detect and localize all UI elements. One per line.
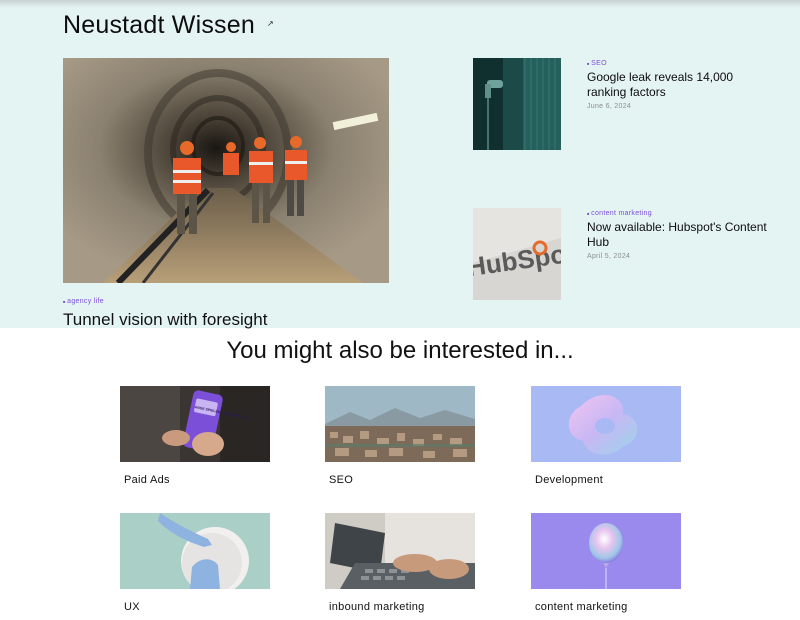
post-date: April 5, 2024: [587, 253, 631, 260]
related-heading: You might also be interested in...: [226, 337, 574, 364]
topic-label[interactable]: SEO: [325, 474, 475, 486]
water-tap-icon: [473, 58, 561, 150]
topic-label[interactable]: Development: [531, 474, 681, 486]
topic-label[interactable]: content marketing: [531, 601, 681, 613]
featured-tag[interactable]: agency life: [63, 298, 104, 305]
hubspot-logo-icon: HubSpot: [473, 208, 561, 300]
side-post[interactable]: HubSpot content marketing Now available:…: [473, 208, 773, 300]
top-shadow: [0, 0, 800, 8]
post-title[interactable]: Google leak reveals 14,000 ranking facto…: [587, 70, 767, 100]
post-tag[interactable]: content marketing: [587, 210, 767, 217]
topic-label[interactable]: UX: [120, 601, 270, 613]
post-tag[interactable]: SEO: [587, 60, 767, 67]
post-title[interactable]: Now available: Hubspot's Content Hub: [587, 220, 767, 250]
topic-card-development[interactable]: Development: [531, 386, 681, 486]
city-landscape-icon: [325, 386, 475, 462]
phone-in-hand-icon: ANGE SPIELEN. ANGE SPIELEN: [120, 386, 270, 462]
topic-card-inbound-marketing[interactable]: inbound marketing: [325, 513, 475, 613]
featured-title[interactable]: Tunnel vision with foresight: [63, 310, 267, 330]
side-post[interactable]: SEO Google leak reveals 14,000 ranking f…: [473, 58, 773, 150]
site-logo[interactable]: Neustadt Wissen: [63, 11, 255, 40]
tunnel-workers-icon: [63, 58, 389, 283]
topic-card-ux[interactable]: UX: [120, 513, 270, 613]
iridescent-balloon-icon: [531, 513, 681, 589]
abstract-3d-shape-icon: [531, 386, 681, 462]
hand-touching-disc-icon: [120, 513, 270, 589]
typing-laptop-icon: [325, 513, 475, 589]
topic-label[interactable]: Paid Ads: [120, 474, 270, 486]
topic-card-paid-ads[interactable]: ANGE SPIELEN. ANGE SPIELEN Paid Ads: [120, 386, 270, 486]
topic-card-seo[interactable]: SEO: [325, 386, 475, 486]
featured-image[interactable]: [63, 58, 389, 283]
topic-card-content-marketing[interactable]: content marketing: [531, 513, 681, 613]
topic-label[interactable]: inbound marketing: [325, 601, 475, 613]
post-date: June 6, 2024: [587, 103, 632, 110]
arrow-icon: ↗: [267, 19, 274, 28]
